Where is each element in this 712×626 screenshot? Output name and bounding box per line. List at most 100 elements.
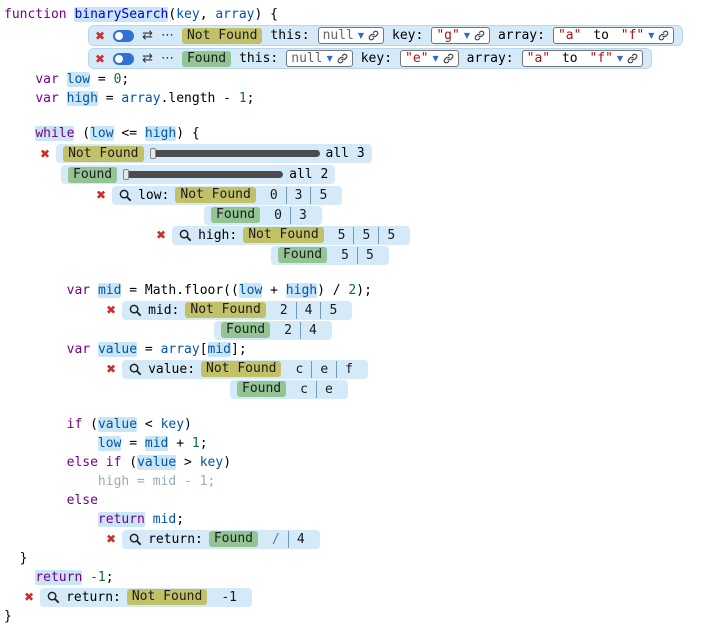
instrumented-code-token[interactable]: high	[145, 126, 176, 141]
magnifier-icon[interactable]	[47, 591, 60, 604]
magnifier-icon[interactable]	[129, 363, 142, 376]
remove-example-button[interactable]: ✖	[95, 53, 105, 65]
instrumented-code-token[interactable]: mid	[98, 283, 121, 298]
example-value-dropdown[interactable]: "a" to "f"▼	[522, 50, 643, 67]
probe-value: c	[292, 381, 316, 398]
code-token: (	[90, 417, 98, 432]
probe-value: 0	[262, 187, 286, 204]
probe-value: c	[287, 361, 311, 378]
code-token: +	[262, 283, 285, 298]
probe-value: 4	[300, 322, 325, 339]
link-icon[interactable]	[337, 53, 348, 64]
probe-value: 5	[378, 227, 403, 244]
instrumented-code-token[interactable]: low	[67, 72, 90, 87]
instrumented-code-token[interactable]: value	[98, 417, 137, 432]
link-icon[interactable]	[658, 30, 669, 41]
code-line: low = mid + 1;	[4, 434, 712, 453]
link-icon[interactable]	[443, 53, 454, 64]
slider-handle[interactable]	[123, 169, 129, 180]
magnifier-icon[interactable]	[129, 533, 142, 546]
magnifier-icon[interactable]	[179, 229, 192, 242]
probe-row: Found55	[271, 245, 712, 265]
probe-label: low:	[138, 188, 169, 203]
dropdown-caret-icon: ▼	[648, 31, 654, 40]
instrumented-code-token[interactable]: high	[286, 283, 317, 298]
dropdown-value: "f"	[621, 28, 644, 43]
example-field-label: array:	[467, 51, 514, 66]
probe-value: f	[336, 361, 361, 378]
remove-probe-button[interactable]: ✖	[106, 533, 116, 545]
instrumented-code-token[interactable]: high	[67, 91, 98, 106]
dropdown-value: "f"	[589, 51, 612, 66]
example-value-dropdown[interactable]: null▼	[286, 50, 352, 67]
iteration-count-label[interactable]: all 3	[326, 146, 365, 161]
instrumented-code-token[interactable]: mid	[145, 436, 168, 451]
code-line: var high = array.length - 1;	[4, 89, 712, 108]
magnifier-icon[interactable]	[119, 189, 132, 202]
example-name-badge: Not Found	[175, 187, 255, 203]
code-line: function binarySearch(key, array) {	[4, 5, 712, 24]
probe-value: 4	[288, 531, 313, 548]
code-token: high = mid - 1;	[4, 474, 215, 489]
iteration-slider[interactable]	[150, 150, 320, 157]
probe-label: mid:	[148, 303, 179, 318]
link-icon[interactable]	[368, 30, 379, 41]
remove-probe-button[interactable]: ✖	[24, 591, 34, 603]
example-value-dropdown[interactable]: "a" to "f"▼	[553, 27, 674, 44]
swap-arrows-icon[interactable]: ⇄	[142, 29, 153, 42]
remove-probe-button[interactable]: ✖	[96, 189, 106, 201]
swap-arrows-icon[interactable]: ⇄	[142, 52, 153, 65]
slider-handle[interactable]	[150, 148, 156, 159]
instrumented-code-token[interactable]: while	[35, 126, 74, 141]
code-line: var value = array[mid];	[4, 340, 712, 359]
magnifier-icon[interactable]	[129, 304, 142, 317]
iteration-slider[interactable]	[123, 171, 283, 178]
instrumented-code-token[interactable]: return	[98, 512, 145, 527]
probe-value: 5	[357, 247, 382, 264]
example-enabled-toggle[interactable]	[113, 53, 134, 65]
dropdown-caret-icon: ▼	[433, 54, 439, 63]
instrumented-code-token[interactable]: value	[137, 455, 176, 470]
remove-probe-button[interactable]: ✖	[156, 229, 166, 241]
instrumented-code-token[interactable]: mid	[208, 342, 231, 357]
code-token	[4, 126, 35, 141]
probe-value: 2	[272, 302, 296, 319]
link-icon[interactable]	[474, 30, 485, 41]
example-field-label: this:	[270, 28, 309, 43]
example-field-label: this:	[239, 51, 278, 66]
example-value-dropdown[interactable]: "e"▼	[400, 50, 459, 67]
instrumented-code-token[interactable]: return	[35, 570, 82, 585]
probe-widget: Found24	[214, 321, 332, 340]
code-token: var	[67, 283, 98, 298]
link-icon[interactable]	[627, 53, 638, 64]
instrumented-code-token[interactable]: low	[90, 126, 113, 141]
remove-slider-button[interactable]: ✖	[40, 148, 50, 160]
code-token	[4, 283, 67, 298]
instrumented-code-token[interactable]: value	[98, 342, 137, 357]
more-options-icon[interactable]: ⋯	[161, 52, 174, 65]
example-value-dropdown[interactable]: null▼	[318, 27, 384, 44]
example-name-badge[interactable]: Not Found	[182, 28, 262, 44]
probe-widget: mid:Not Found245	[122, 301, 352, 320]
probe-value: 5	[330, 227, 354, 244]
remove-example-button[interactable]: ✖	[95, 30, 105, 42]
code-line: else if (value > key)	[4, 453, 712, 472]
code-token: -1	[90, 570, 106, 585]
code-token: =	[121, 436, 144, 451]
instrumented-code-token[interactable]: binarySearch	[74, 7, 168, 22]
code-line: var mid = Math.floor((low + high) / 2);	[4, 281, 712, 300]
code-token: function	[4, 7, 74, 22]
example-enabled-toggle[interactable]	[113, 30, 134, 42]
iteration-count-label[interactable]: all 2	[289, 167, 328, 182]
remove-probe-button[interactable]: ✖	[106, 363, 116, 375]
code-token	[4, 436, 98, 451]
code-token: >	[176, 455, 199, 470]
instrumented-code-token[interactable]: low	[98, 436, 121, 451]
more-options-icon[interactable]: ⋯	[161, 29, 174, 42]
instrumented-code-token[interactable]: low	[239, 283, 262, 298]
example-value-dropdown[interactable]: "g"▼	[431, 27, 490, 44]
code-token: var	[35, 91, 66, 106]
example-name-badge[interactable]: Found	[182, 51, 231, 67]
remove-probe-button[interactable]: ✖	[106, 304, 116, 316]
code-token: [	[200, 342, 208, 357]
